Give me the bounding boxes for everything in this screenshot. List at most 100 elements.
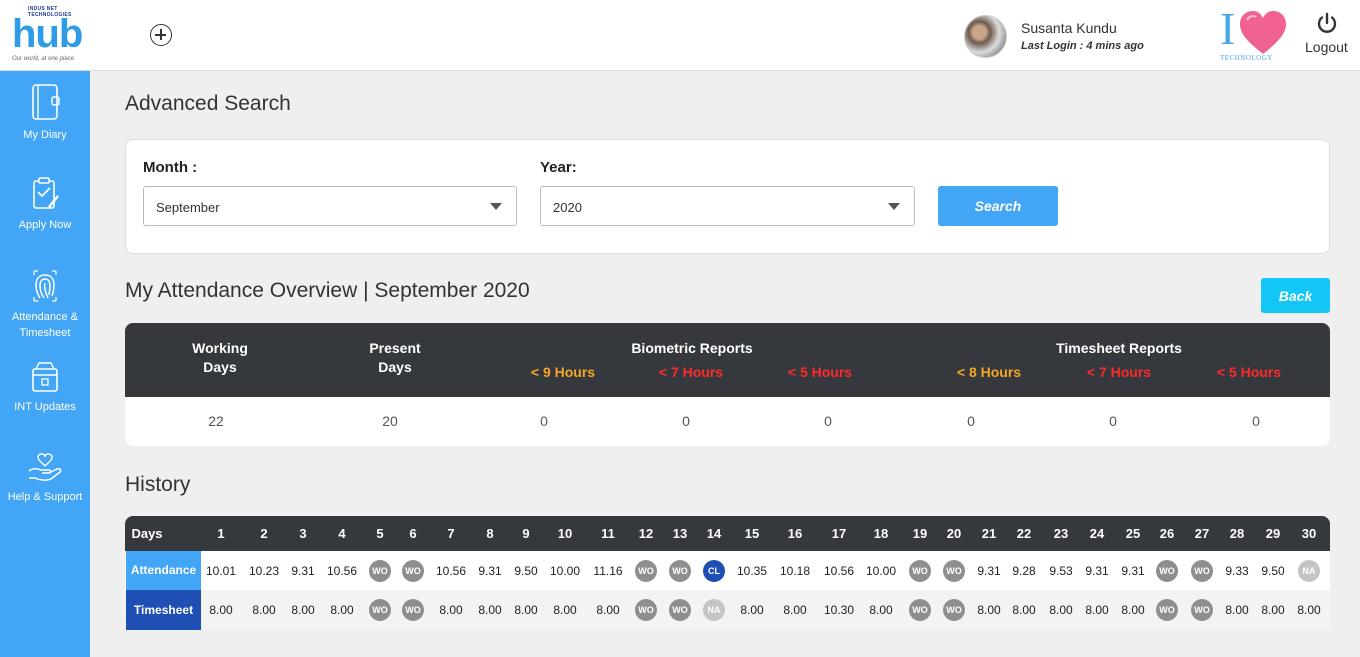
timesheet-cell: 8.00: [252, 603, 276, 617]
attendance-cell: 9.53: [1049, 563, 1073, 578]
timesheet-cell: 8.00: [439, 603, 463, 617]
sidebar-item-attendance-timesheet[interactable]: Attendance & Timesheet: [0, 267, 90, 341]
heart-icon: [1240, 11, 1286, 54]
attendance-badge[interactable]: WO: [369, 559, 391, 582]
search-button[interactable]: Search: [938, 186, 1058, 226]
days-header: Days: [131, 526, 163, 541]
attendance-overview-card: Working Days Present Days Biometric Repo…: [125, 323, 1330, 446]
timesheet-cell: 8.00: [740, 603, 764, 617]
timesheet-under-5-value: 0: [1252, 413, 1260, 429]
timesheet-cell: 8.00: [869, 603, 893, 617]
attendance-cell: 9.31: [291, 563, 315, 578]
timesheet-cell: 8.00: [1297, 603, 1321, 617]
attendance-cell: 10.00: [549, 563, 581, 578]
timesheet-badge[interactable]: WO: [909, 599, 931, 621]
month-select[interactable]: September: [143, 186, 517, 226]
attendance-badge[interactable]: WO: [669, 559, 691, 582]
attendance-row-label: Attendance: [126, 551, 201, 590]
timesheet-cell: 8.00: [291, 603, 315, 617]
back-button[interactable]: Back: [1261, 278, 1330, 313]
brand-tag: TECHNOLOGY: [1220, 54, 1273, 62]
timesheet-badge[interactable]: WO: [369, 599, 391, 621]
sidebar-item-label: Attendance & Timesheet: [11, 311, 79, 339]
sidebar-item-label: Help & Support: [7, 491, 83, 503]
timesheet-under-5-hours: < 5 Hours: [1216, 364, 1282, 380]
day-header: 6: [409, 526, 417, 541]
sidebar-item-my-diary[interactable]: My Diary: [0, 83, 90, 143]
fingerprint-icon: [33, 270, 57, 302]
biometric-under-7-value: 0: [682, 413, 690, 429]
attendance-cell: 10.00: [865, 563, 897, 578]
attendance-cell: 10.56: [326, 563, 358, 578]
sidebar-item-label: Apply Now: [18, 219, 72, 231]
day-header: 7: [447, 526, 455, 541]
overview-header: Working Days Present Days Biometric Repo…: [125, 323, 1330, 397]
attendance-cell: 9.31: [977, 563, 1001, 578]
attendance-badge[interactable]: WO: [635, 559, 657, 582]
day-header: 26: [1159, 526, 1175, 541]
hand-heart-icon: [28, 453, 62, 481]
biometric-reports-header: Biometric Reports: [631, 340, 753, 356]
power-icon: [1317, 12, 1337, 33]
timesheet-cell: 8.00: [1049, 603, 1073, 617]
timesheet-badge[interactable]: WO: [1191, 599, 1213, 621]
timesheet-badge[interactable]: NA: [703, 599, 725, 621]
day-header: 2: [260, 526, 268, 541]
timesheet-badge[interactable]: WO: [635, 599, 657, 621]
hub-logo[interactable]: INDUS NET TECHNOLOGIES hub Our world, at…: [10, 6, 86, 66]
day-header: 24: [1089, 526, 1105, 541]
attendance-badge[interactable]: WO: [943, 559, 965, 582]
year-select[interactable]: 2020: [540, 186, 915, 226]
timesheet-badge[interactable]: WO: [943, 599, 965, 621]
attendance-cell: 9.28: [1012, 563, 1036, 578]
attendance-badge[interactable]: WO: [1156, 559, 1178, 582]
day-header: 1: [217, 526, 225, 541]
logout-button[interactable]: Logout: [1302, 12, 1352, 62]
attendance-cell: 9.31: [1121, 563, 1145, 578]
timesheet-cell: 8.00: [330, 603, 354, 617]
attendance-cell: 10.56: [823, 563, 855, 578]
day-header: 9: [522, 526, 530, 541]
timesheet-badge[interactable]: WO: [669, 599, 691, 621]
timesheet-cell: 8.00: [478, 603, 502, 617]
timesheet-cell: 8.00: [209, 603, 233, 617]
timesheet-cell: 8.00: [1012, 603, 1036, 617]
day-header: 4: [338, 526, 346, 541]
sidebar-item-apply-now[interactable]: Apply Now: [0, 177, 90, 233]
day-header: 18: [873, 526, 889, 541]
timesheet-under-7-hours: < 7 Hours: [1086, 364, 1152, 380]
sidebar: My Diary Apply Now Attendance & Timeshee…: [0, 71, 90, 657]
attendance-badge[interactable]: WO: [909, 559, 931, 582]
attendance-row: Attendance 10.01 10.23 9.31 10.56 WO WO 10.56 9…: [125, 551, 1330, 590]
history-header-row: Days 1 2 3 4 5 6 7 8 9 10 11 12 13 14 15 16 17 18 19 20 21 22…: [125, 516, 1330, 551]
year-label: Year:: [540, 159, 577, 176]
add-circle-icon[interactable]: [150, 24, 172, 46]
timesheet-cell: 8.00: [514, 603, 538, 617]
timesheet-cell: 8.00: [553, 603, 577, 617]
attendance-badge[interactable]: NA: [1298, 559, 1320, 582]
attendance-cell: 10.23: [248, 563, 280, 578]
timesheet-cell: 8.00: [596, 603, 620, 617]
timesheet-row: Timesheet 8.00 8.00 8.00 8.00 WO WO 8.00 8.00 8.…: [125, 590, 1330, 630]
timesheet-badge[interactable]: WO: [1156, 599, 1178, 621]
overview-title: My Attendance Overview | September 2020: [125, 279, 530, 302]
attendance-cell: 10.01: [205, 563, 237, 578]
sidebar-item-help-support[interactable]: Help & Support: [0, 453, 90, 505]
timesheet-cell: 10.30: [823, 603, 855, 617]
clipboard-check-icon: [33, 177, 59, 209]
attendance-badge[interactable]: CL: [703, 559, 725, 582]
day-header: 29: [1265, 526, 1281, 541]
attendance-badge[interactable]: WO: [402, 559, 424, 582]
month-select-value: September: [156, 200, 220, 215]
sidebar-item-int-updates[interactable]: INT Updates: [0, 361, 90, 415]
attendance-badge[interactable]: WO: [1191, 559, 1213, 582]
chevron-down-icon: [490, 203, 502, 210]
day-header: 15: [744, 526, 760, 541]
day-header: 21: [981, 526, 997, 541]
avatar[interactable]: [964, 15, 1007, 58]
day-header: 30: [1301, 526, 1317, 541]
i-love-technology-logo: I TECHNOLOGY: [1220, 6, 1290, 64]
attendance-cell: 10.56: [435, 563, 467, 578]
timesheet-cell: 8.00: [1225, 603, 1249, 617]
timesheet-badge[interactable]: WO: [402, 599, 424, 621]
